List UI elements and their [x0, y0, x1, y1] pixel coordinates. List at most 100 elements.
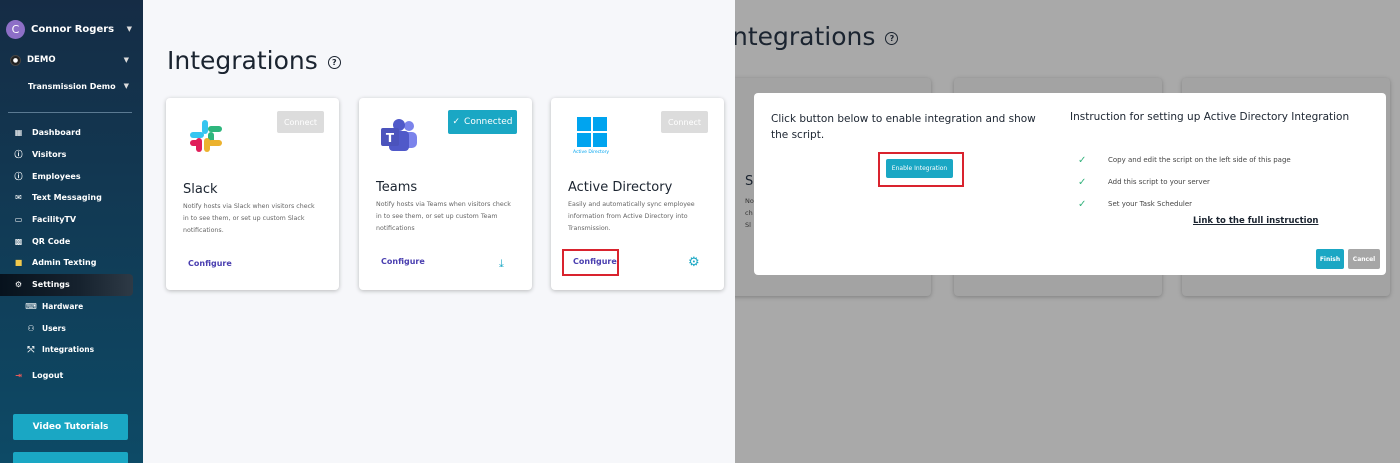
location-name: Transmission Demo: [28, 81, 116, 91]
slack-card: Connect Slack Notify hosts via Slack whe…: [166, 98, 339, 290]
teams-card: T ✓ Connected Teams Notify hosts via Tea…: [359, 98, 532, 290]
text-messaging-icon: ✉: [15, 193, 22, 203]
active-directory-modal: Click button below to enable integration…: [754, 93, 1386, 275]
video-tutorials-button[interactable]: Video Tutorials: [13, 414, 128, 440]
sidebar-item-label: FacilityTV: [32, 215, 77, 225]
setup-step-text: Set your Task Scheduler: [1108, 200, 1193, 208]
full-instruction-link[interactable]: Link to the full instruction: [1193, 216, 1318, 226]
modal-instructions-text: Click button below to enable integration…: [771, 113, 1036, 141]
setup-steps: ✓ Copy and edit the script on the left s…: [1078, 149, 1358, 215]
sidebar-item-label: Settings: [32, 280, 70, 290]
ad-description: Easily and automatically sync employee i…: [568, 201, 695, 232]
sidebar-nav: ▦ Dashboard ⓘ Visitors ⓘ Employees ✉ Tex…: [0, 122, 143, 386]
slack-description: Notify hosts via Slack when visitors che…: [183, 203, 315, 234]
sidebar: C Connor Rogers ▼ ● DEMO ▼ Transmission …: [0, 0, 143, 463]
sidebar-item-label: Admin Texting: [32, 258, 97, 268]
teams-description: Notify hosts via Teams when visitors che…: [376, 201, 511, 232]
sidebar-subitem-integrations[interactable]: ⤲ Integrations: [0, 339, 143, 361]
visitors-icon: ⓘ: [14, 150, 23, 160]
user-name: Connor Rogers: [31, 23, 115, 35]
caret-down-icon: ▼: [123, 82, 129, 90]
check-icon: ✓: [1078, 176, 1087, 188]
org-icon: ●: [10, 54, 21, 66]
gear-icon: ⚙: [14, 280, 23, 290]
dashboard-icon: ▦: [14, 128, 23, 138]
slack-logo-icon: [190, 120, 222, 152]
modal-backdrop: ntegrations ? S No ch Sl Click button be…: [735, 0, 1400, 463]
logout-icon: ⇥: [15, 370, 22, 380]
check-icon: ✓: [452, 117, 461, 127]
download-icon[interactable]: ⤓: [499, 257, 504, 271]
background-card-title: S: [745, 174, 754, 189]
sidebar-item-label: Dashboard: [32, 128, 81, 138]
help-icon: ?: [885, 32, 899, 45]
sidebar-item-label: Text Messaging: [32, 193, 102, 203]
help-icon[interactable]: ?: [327, 56, 341, 69]
sidebar-item-label: Visitors: [32, 150, 67, 160]
employees-icon: ⓘ: [14, 171, 23, 181]
sidebar-subitem-hardware[interactable]: ⌨ Hardware: [0, 296, 143, 318]
qr-code-icon: ▩: [14, 236, 23, 246]
sidebar-item-settings[interactable]: ⚙ Settings: [0, 273, 133, 296]
sidebar-item-visitors[interactable]: ⓘ Visitors: [0, 144, 143, 166]
active-directory-card: Active Directory Connect Active Director…: [551, 98, 724, 290]
background-card-text: No ch Sl: [745, 197, 754, 229]
sidebar-item-label: Integrations: [42, 345, 95, 355]
sidebar-item-label: QR Code: [32, 236, 71, 246]
avatar: C: [6, 19, 25, 39]
ad-connect-button[interactable]: Connect: [661, 111, 708, 133]
sidebar-item-label: Hardware: [42, 301, 84, 311]
org-selector[interactable]: ● DEMO ▼: [10, 52, 135, 68]
sidebar-item-text-messaging[interactable]: ✉ Text Messaging: [0, 187, 143, 209]
slack-configure-link[interactable]: Configure: [188, 259, 232, 268]
teams-title: Teams: [376, 180, 418, 195]
setup-step: ✓ Set your Task Scheduler: [1078, 193, 1358, 215]
svg-text:T: T: [386, 131, 395, 145]
teams-configure-link[interactable]: Configure: [381, 257, 425, 266]
admin-texting-icon: ■: [14, 258, 23, 268]
sidebar-item-logout[interactable]: ⇥ Logout: [0, 365, 143, 387]
check-icon: ✓: [1078, 154, 1087, 166]
teams-connected-label: Connected: [464, 117, 513, 127]
sidebar-item-admin-texting[interactable]: ■ Admin Texting: [0, 252, 143, 274]
sidebar-subitem-users[interactable]: ⚇ Users: [0, 317, 143, 339]
page-title: Integrations ?: [167, 46, 341, 75]
location-selector[interactable]: Transmission Demo ▼: [28, 78, 135, 94]
slack-connect-button[interactable]: Connect: [277, 111, 324, 133]
gear-icon[interactable]: ⚙: [688, 255, 700, 270]
windows-logo-icon: [577, 117, 607, 147]
sidebar-secondary-button[interactable]: [13, 452, 128, 463]
sidebar-item-label: Employees: [32, 171, 81, 181]
setup-step-text: Add this script to your server: [1108, 178, 1210, 186]
org-name: DEMO: [27, 55, 56, 65]
sidebar-item-facilitytv[interactable]: ▭ FacilityTV: [0, 209, 143, 231]
enable-highlight-box: [878, 152, 964, 187]
sidebar-item-label: Logout: [32, 370, 64, 380]
setup-step: ✓ Add this script to your server: [1078, 171, 1358, 193]
sidebar-item-dashboard[interactable]: ▦ Dashboard: [0, 122, 143, 144]
tv-icon: ▭: [14, 215, 23, 225]
teams-logo-icon: T: [381, 119, 417, 151]
active-directory-logo-text: Active Directory: [573, 150, 610, 155]
teams-connected-button[interactable]: ✓ Connected: [448, 110, 517, 134]
configure-highlight-box: [562, 249, 619, 276]
page-title-text: Integrations: [167, 46, 318, 75]
slack-title: Slack: [183, 182, 218, 197]
sidebar-item-qr-code[interactable]: ▩ QR Code: [0, 230, 143, 252]
cancel-button[interactable]: Cancel: [1348, 249, 1380, 269]
sidebar-divider: [8, 112, 132, 113]
caret-down-icon: ▼: [126, 25, 132, 33]
background-title-text: ntegrations: [735, 22, 876, 51]
sidebar-item-employees[interactable]: ⓘ Employees: [0, 165, 143, 187]
setup-step: ✓ Copy and edit the script on the left s…: [1078, 149, 1358, 171]
hardware-icon: ⌨: [25, 301, 37, 311]
caret-down-icon: ▼: [123, 56, 129, 64]
setup-step-text: Copy and edit the script on the left sid…: [1108, 156, 1291, 164]
integrations-icon: ⤲: [27, 344, 35, 354]
modal-setup-title: Instruction for setting up Active Direct…: [1070, 111, 1350, 123]
finish-button[interactable]: Finish: [1316, 249, 1344, 269]
user-menu[interactable]: C Connor Rogers ▼: [6, 19, 138, 39]
ad-title: Active Directory: [568, 180, 673, 195]
integrations-page: Integrations ? Connect Slack Notify host…: [143, 0, 735, 463]
users-icon: ⚇: [27, 323, 35, 333]
